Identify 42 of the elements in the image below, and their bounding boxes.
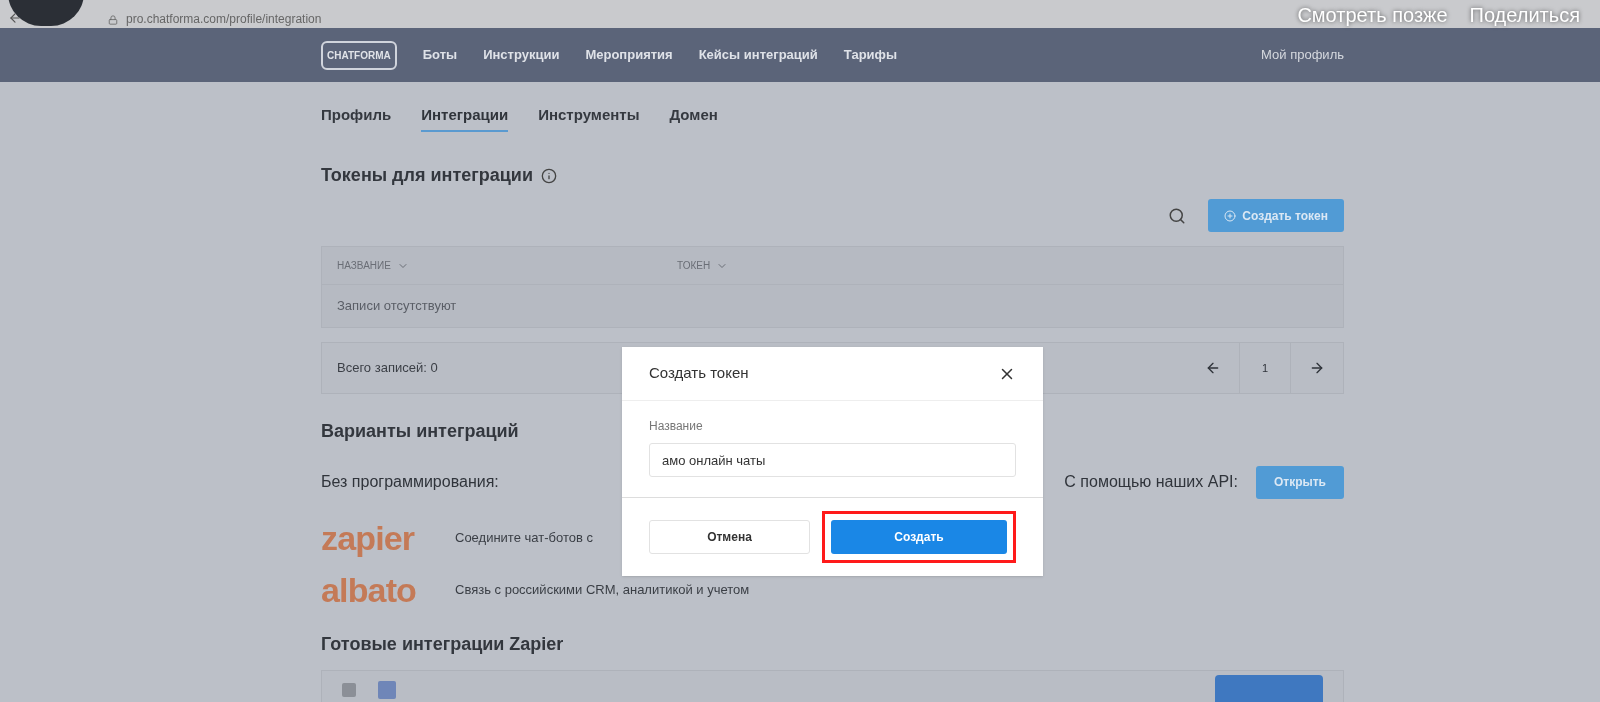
back-icon[interactable] [8, 11, 22, 25]
tab[interactable]: Инструменты [538, 104, 640, 132]
app-icon [378, 681, 396, 699]
name-field[interactable]: амо онлайн чаты [649, 443, 1016, 477]
no-code-label: Без программирования: [321, 472, 499, 492]
lock-icon [108, 15, 118, 25]
nav-link[interactable]: Боты [422, 45, 458, 65]
section-title: Варианты интеграций [321, 420, 519, 443]
url-text: pro.chatforma.com/profile/integration [126, 13, 322, 25]
service-description: Связь с российскими CRM, аналитикой и учетом [455, 581, 750, 600]
column-header[interactable]: ТОКЕН [677, 258, 729, 273]
tab[interactable]: Интеграции [421, 104, 509, 132]
api-label: С помощью наших API: [1064, 472, 1238, 492]
nav-link[interactable]: Кейсы интеграций [698, 45, 818, 65]
arrow-left-icon [1205, 360, 1221, 376]
tab[interactable]: Профиль [321, 104, 392, 132]
total-count: Всего записей: 0 [337, 359, 438, 378]
create-token-button[interactable]: Создать токен [1208, 199, 1344, 232]
service-description: Соедините чат-ботов с [455, 529, 593, 548]
section-title: Готовые интеграции Zapier [321, 633, 564, 656]
section-title: Токены для интеграции [321, 164, 533, 187]
logo[interactable]: CHATFORMA [321, 40, 397, 70]
column-header[interactable]: НАЗВАНИЕ [337, 258, 677, 273]
nav-link[interactable]: Инструкции [483, 45, 560, 65]
app-icon [342, 683, 356, 697]
page-number[interactable]: 1 [1239, 343, 1291, 393]
nav-link[interactable]: Тарифы [843, 45, 898, 65]
search-icon[interactable] [1168, 206, 1187, 225]
tab[interactable]: Домен [669, 104, 718, 132]
nav-link[interactable]: Мероприятия [585, 45, 673, 65]
create-button[interactable]: Создать [831, 520, 1007, 554]
empty-message: Записи отсутствуют [337, 297, 457, 316]
profile-link[interactable]: Мой профиль [1261, 45, 1344, 65]
arrow-right-icon [1309, 360, 1325, 376]
field-label: Название [649, 418, 704, 435]
service-logo: zapier [321, 521, 416, 555]
plus-icon [1224, 209, 1237, 222]
service-logo: albato [321, 573, 418, 607]
open-button[interactable]: Открыть [1255, 465, 1344, 499]
info-icon[interactable] [540, 167, 557, 184]
dialog-title: Создать токен [649, 363, 749, 384]
cancel-button[interactable]: Отмена [649, 520, 810, 554]
